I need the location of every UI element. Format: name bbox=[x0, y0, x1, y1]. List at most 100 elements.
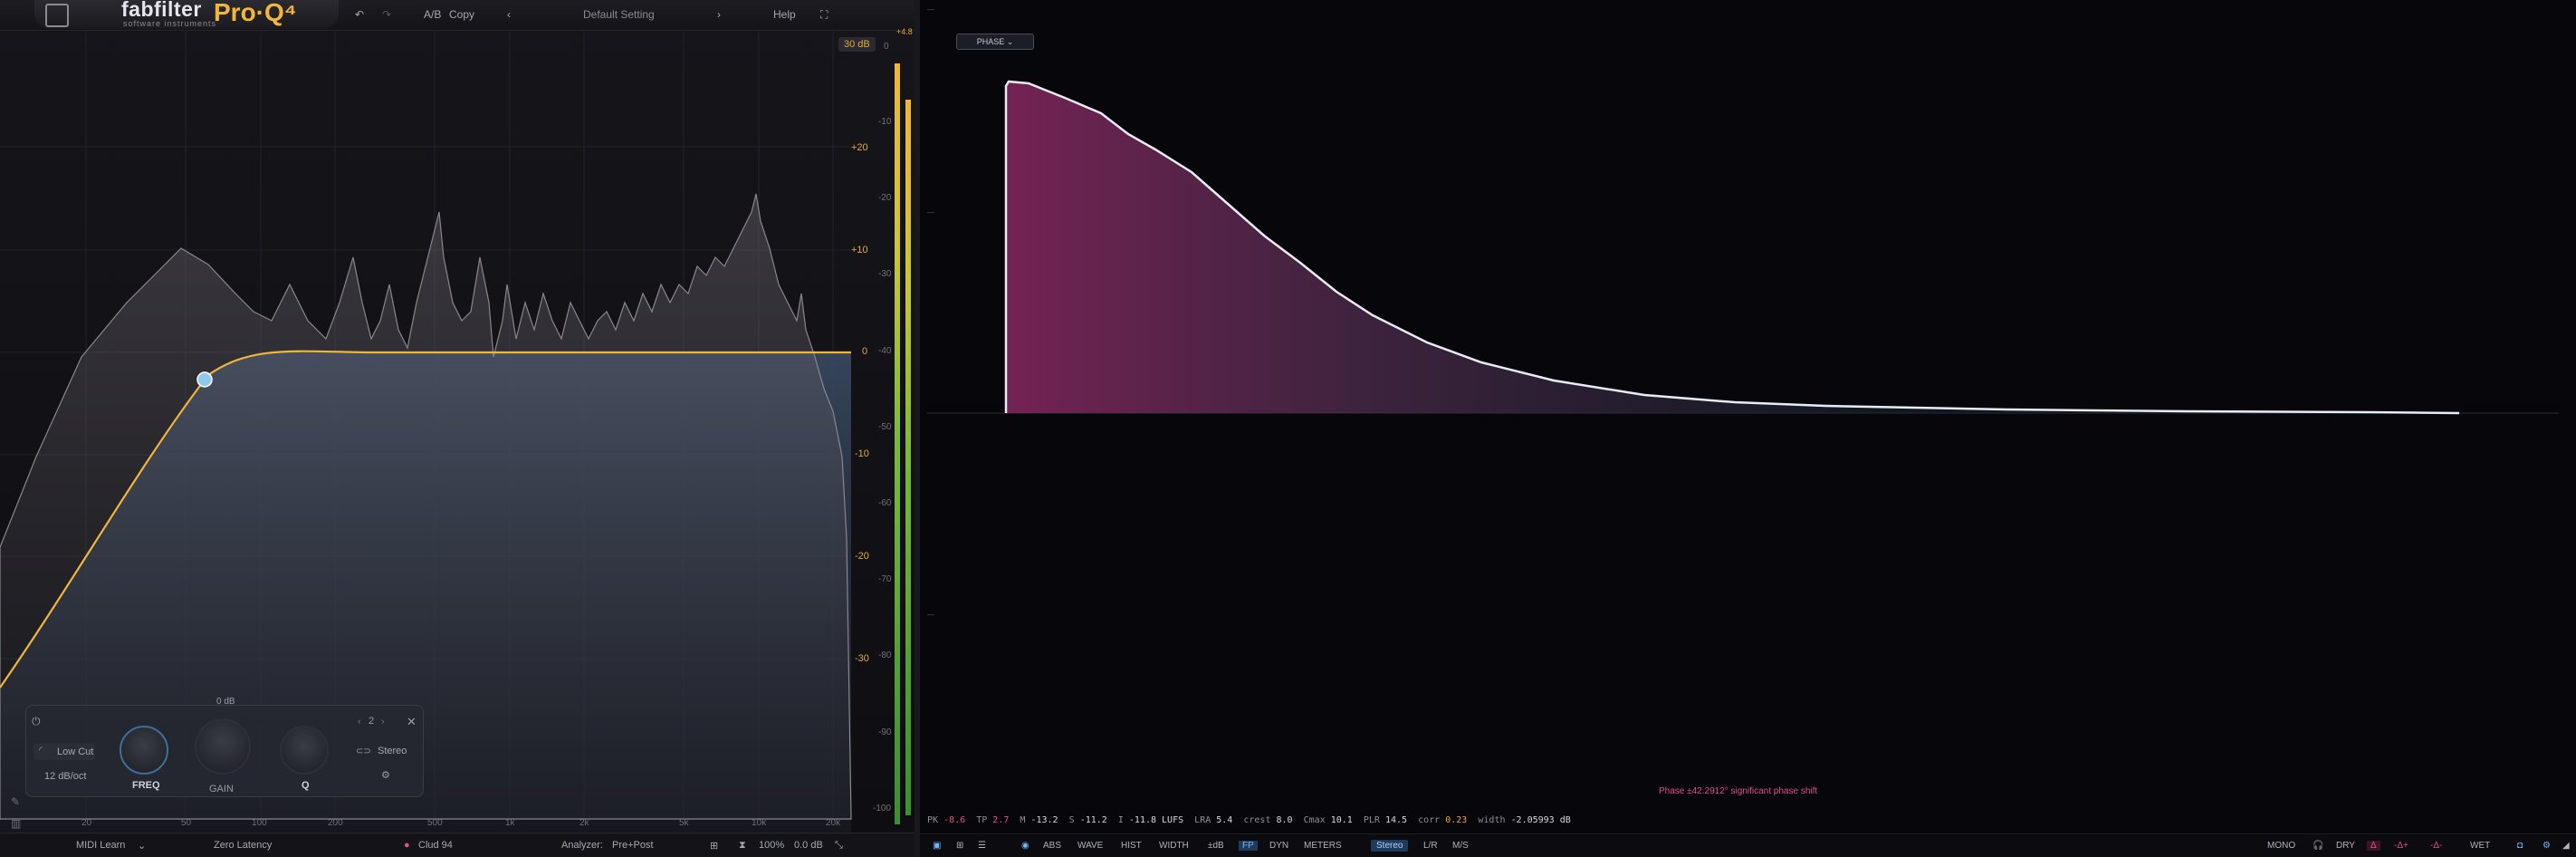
fullscreen-icon[interactable]: ⛶ bbox=[820, 8, 828, 22]
midi-learn-button[interactable]: MIDI Learn bbox=[76, 840, 125, 851]
gain-knob[interactable] bbox=[195, 718, 251, 775]
crest-label: crest bbox=[1243, 815, 1271, 825]
stereo-placement[interactable]: Stereo bbox=[378, 746, 407, 756]
pk-label: PK bbox=[927, 815, 939, 825]
wave-button[interactable]: WAVE bbox=[1077, 841, 1103, 851]
resize-icon[interactable]: ◢ bbox=[2562, 841, 2570, 851]
corr-label: corr bbox=[1418, 815, 1441, 825]
level-scale-label: 0 bbox=[884, 42, 889, 52]
delta-plus-button[interactable]: -Δ+ bbox=[2394, 841, 2408, 851]
mono-button[interactable]: MONO bbox=[2267, 841, 2295, 851]
cmax-value: 10.1 bbox=[1330, 815, 1353, 825]
tp-label: TP bbox=[976, 815, 988, 825]
headphones-icon[interactable]: 🎧 bbox=[2313, 841, 2323, 851]
db-scale-label: -10 bbox=[855, 448, 869, 459]
freq-label: 5k bbox=[679, 818, 689, 828]
dynamic-icon[interactable]: ⚙ bbox=[381, 769, 390, 781]
dry-button[interactable]: DRY bbox=[2336, 841, 2355, 851]
phase-area bbox=[1006, 82, 2459, 413]
ms-button[interactable]: M/S bbox=[1452, 841, 1469, 851]
filter-type-select[interactable]: ◜ Low Cut bbox=[34, 744, 95, 760]
output-meter-right bbox=[905, 100, 911, 815]
redo-icon[interactable]: ↷ bbox=[382, 8, 391, 21]
freq-label: 10k bbox=[752, 818, 767, 828]
power-icon[interactable]: ⏻ bbox=[32, 715, 41, 728]
preset-name[interactable]: Default Setting bbox=[583, 8, 655, 21]
settings-gear-icon[interactable]: ⚙ bbox=[2542, 841, 2551, 851]
low-cut-icon: ◜ bbox=[39, 746, 43, 756]
undo-icon[interactable]: ↶ bbox=[355, 8, 364, 21]
oversampling-icon[interactable]: ⧗ bbox=[739, 840, 746, 852]
piano-icon[interactable]: ▥ bbox=[11, 817, 21, 830]
analyzer-toolbar: ▣ ⊞ ☰ ◉ ABS WAVE HIST WIDTH ±dB FP DYN M… bbox=[920, 833, 2576, 857]
band-next-icon[interactable]: › bbox=[381, 717, 385, 727]
filter-type-label: Low Cut bbox=[57, 746, 94, 757]
plugin-header: fabfilter software instruments Pro·Q⁴ ↶ … bbox=[0, 0, 915, 31]
level-scale-label: -70 bbox=[878, 574, 892, 584]
layout-list-icon[interactable]: ☰ bbox=[978, 841, 986, 851]
close-icon[interactable]: ✕ bbox=[407, 715, 417, 729]
dyn-button[interactable]: DYN bbox=[1269, 841, 1288, 851]
range-badge[interactable]: 30 dB bbox=[838, 37, 876, 52]
crest-value: 8.0 bbox=[1276, 815, 1293, 825]
zoom-value[interactable]: 100% bbox=[759, 840, 784, 851]
db-scale-label: -20 bbox=[855, 551, 869, 562]
meter-peak-label: +4.8 bbox=[896, 27, 913, 36]
midi-icon[interactable]: ⊞ bbox=[710, 840, 718, 852]
lr-button[interactable]: L/R bbox=[1423, 841, 1438, 851]
ab-button[interactable]: A/B bbox=[424, 8, 441, 21]
help-button[interactable]: Help bbox=[773, 8, 796, 21]
level-scale-label: -90 bbox=[878, 727, 892, 737]
q-knob-label: Q bbox=[302, 780, 310, 791]
chevron-down-icon[interactable]: ⌄ bbox=[138, 840, 146, 852]
db-button[interactable]: ±dB bbox=[1208, 841, 1224, 851]
edit-icon[interactable]: ✎ bbox=[11, 795, 20, 808]
freq-label: 2k bbox=[579, 818, 589, 828]
product-name: Pro·Q⁴ bbox=[214, 0, 297, 26]
m-value: -13.2 bbox=[1030, 815, 1058, 825]
level-scale-label: -50 bbox=[878, 422, 892, 432]
camera-icon[interactable]: ◘ bbox=[2517, 841, 2523, 851]
band-2-node[interactable] bbox=[196, 371, 213, 388]
level-scale-label: -40 bbox=[878, 346, 892, 356]
freq-label: 200 bbox=[328, 818, 343, 828]
analyzer-mode[interactable]: Pre+Post bbox=[612, 840, 654, 851]
link-icon[interactable]: ⊂⊃ bbox=[356, 746, 371, 756]
output-meter-left bbox=[895, 63, 900, 824]
output-gain[interactable]: 0.0 dB bbox=[794, 840, 823, 851]
slope-select[interactable]: 12 dB/oct bbox=[44, 771, 86, 782]
view-mode-select[interactable]: PHASE ⌄ bbox=[956, 34, 1034, 50]
q-knob[interactable] bbox=[280, 726, 329, 775]
width-button[interactable]: WIDTH bbox=[1159, 841, 1189, 851]
phase-message: Phase ±42.2912° significant phase shift bbox=[1659, 786, 1818, 796]
freq-label: 100 bbox=[252, 818, 267, 828]
copy-button[interactable]: Copy bbox=[449, 8, 474, 21]
hist-button[interactable]: HIST bbox=[1121, 841, 1142, 851]
level-scale-label: -20 bbox=[878, 193, 892, 203]
loudness-stats: PK -8.6 TP 2.7 M -13.2 S -11.2 I -11.8 L… bbox=[927, 815, 1571, 825]
next-preset-icon[interactable]: › bbox=[717, 8, 721, 21]
i-label: I bbox=[1117, 815, 1124, 825]
abs-button[interactable]: ABS bbox=[1043, 841, 1061, 851]
latency-select[interactable]: Zero Latency bbox=[214, 840, 272, 851]
eye-icon[interactable]: ◉ bbox=[1021, 841, 1029, 851]
wet-button[interactable]: WET bbox=[2470, 841, 2490, 851]
resize-icon[interactable]: ⤡ bbox=[835, 840, 843, 852]
stereo-button[interactable]: Stereo bbox=[1371, 840, 1409, 852]
delta-icon[interactable]: Δ bbox=[2367, 841, 2380, 851]
y-tick-mark: — bbox=[927, 5, 934, 14]
delta-minus-button[interactable]: -Δ- bbox=[2430, 841, 2442, 851]
brand-subtitle: software instruments bbox=[123, 19, 217, 28]
layout-grid-icon[interactable]: ⊞ bbox=[956, 841, 963, 851]
freq-label: 20 bbox=[81, 818, 92, 828]
level-scale-label: -60 bbox=[878, 498, 892, 508]
cmax-label: Cmax bbox=[1303, 815, 1326, 825]
band-number: 2 bbox=[369, 716, 375, 727]
gain-knob-label: GAIN bbox=[209, 784, 234, 794]
band-prev-icon[interactable]: ‹ bbox=[358, 717, 361, 727]
freq-knob[interactable] bbox=[120, 726, 168, 775]
meters-button[interactable]: METERS bbox=[1304, 841, 1342, 851]
prev-preset-icon[interactable]: ‹ bbox=[507, 8, 511, 21]
layout-single-icon[interactable]: ▣ bbox=[933, 841, 941, 851]
fp-button[interactable]: FP bbox=[1239, 841, 1258, 851]
